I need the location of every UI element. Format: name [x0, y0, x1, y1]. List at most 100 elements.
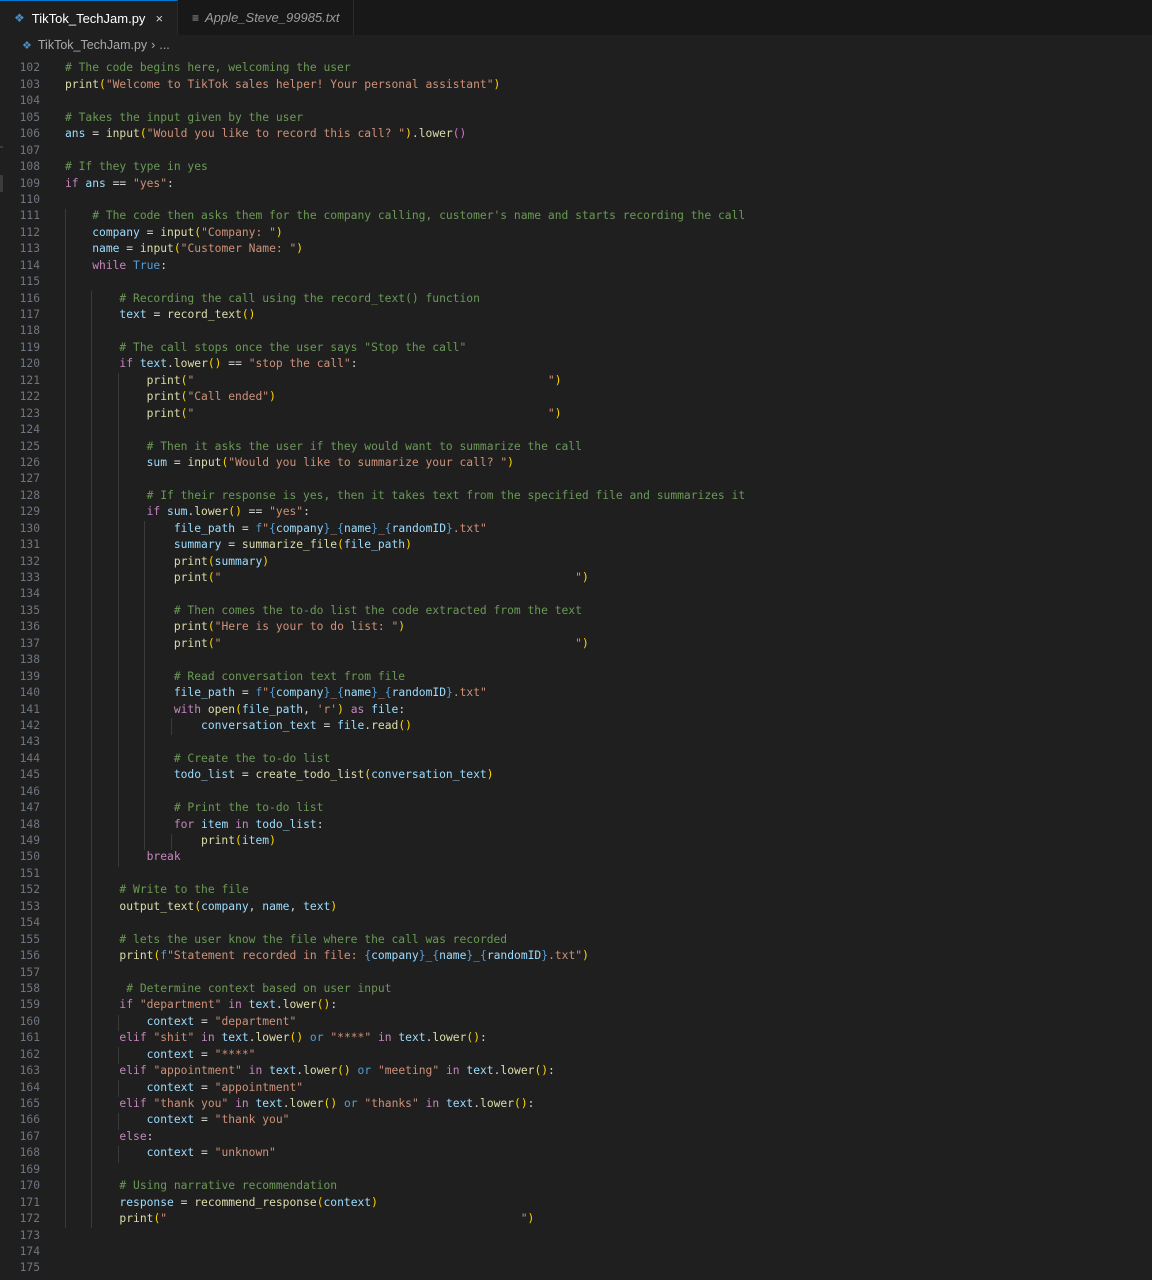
code-text: print(item) [65, 833, 276, 849]
code-text: response = recommend_response(context) [65, 1195, 378, 1211]
code-token: = [173, 1195, 195, 1209]
code-token: print [173, 636, 208, 650]
code-token: } [371, 686, 378, 700]
line-number: 121 [19, 373, 40, 387]
code-token: "meeting" [377, 1064, 440, 1078]
code-token: 'r' [316, 702, 338, 716]
code-token: ) [269, 390, 276, 404]
code-token: context [146, 1014, 195, 1028]
code-token: == [105, 176, 134, 190]
line-number: 147 [19, 801, 40, 815]
code-text: summary = summarize_file(file_path) [65, 537, 412, 553]
tab-apple-steve[interactable]: ≡ Apple_Steve_99985.txt [178, 0, 355, 35]
code-token: # The code then asks them for the compan… [92, 209, 746, 223]
code-token: "shit" [153, 1031, 195, 1045]
code-token: if [65, 176, 86, 190]
code-token: "appointment" [153, 1064, 242, 1078]
line-number: 148 [19, 817, 40, 831]
code-token: text [269, 1064, 297, 1078]
code-editor[interactable]: 101102# The code begins here, welcoming … [0, 55, 1152, 1280]
code-token: = [194, 1047, 215, 1061]
tab-tiktok-techjam[interactable]: ❖ TikTok_TechJam.py × [0, 0, 179, 35]
line-number: 106 [19, 127, 40, 141]
code-token: "department" [214, 1014, 297, 1028]
code-token: = [235, 686, 256, 700]
line-number: 104 [19, 94, 40, 108]
code-token: in [371, 1031, 399, 1045]
code-token: .txt" [548, 949, 583, 963]
code-token: : [480, 1031, 487, 1045]
code-token: } [446, 521, 453, 535]
code-token: # The code begins here, welcoming the us… [65, 61, 351, 75]
code-token: .txt" [452, 686, 487, 700]
code-text: ans = input("Would you like to record th… [65, 126, 466, 142]
code-token: print [65, 77, 100, 91]
code-token: company [201, 899, 249, 913]
code-token: item [241, 834, 270, 847]
code-token: # Determine context based on user input [126, 981, 392, 995]
line-number: 155 [19, 932, 40, 946]
code-token: file [337, 718, 365, 732]
line-number: 175 [19, 1261, 40, 1275]
code-token: input [187, 455, 222, 469]
code-token: context [146, 1113, 195, 1127]
line-number: 125 [19, 439, 40, 453]
code-token: : [167, 176, 174, 190]
code-token: _ [377, 521, 385, 535]
line-number: 143 [19, 735, 40, 749]
code-text: break [65, 849, 181, 865]
line-number: 138 [19, 653, 40, 667]
code-token: "appointment" [214, 1080, 304, 1094]
code-token: () [228, 505, 242, 519]
code-text: # Using narrative recommendation [65, 1178, 337, 1194]
line-number: 107 [19, 143, 40, 157]
code-token: if [119, 357, 140, 371]
line-number: 119 [19, 340, 40, 354]
close-icon[interactable]: × [155, 11, 163, 26]
code-token: context [323, 1195, 372, 1209]
code-token: ans [65, 127, 86, 141]
code-token: ) [330, 899, 338, 913]
code-token: print [173, 571, 208, 584]
breadcrumb-file[interactable]: TikTok_TechJam.py [38, 38, 147, 52]
code-token: text [255, 1097, 283, 1110]
line-number: 163 [19, 1064, 40, 1078]
breadcrumb-more[interactable]: ... [159, 38, 169, 52]
code-token: # Then comes the to-do list the code ext… [173, 603, 582, 617]
code-token: elif [119, 1031, 154, 1045]
code-token: # Write to the file [119, 883, 249, 897]
chevron-right-icon: › [151, 38, 156, 52]
code-token: summarize_file [241, 538, 338, 552]
line-number: 118 [19, 324, 40, 338]
code-token: ) [507, 455, 514, 469]
code-token: text [221, 1031, 249, 1045]
code-token: if [119, 998, 140, 1012]
code-token: "Would you like to summarize your call? … [228, 455, 508, 469]
code-text: if ans == "yes": [65, 176, 174, 192]
line-number: 111 [19, 209, 40, 223]
code-token: print [146, 390, 181, 404]
code-text: context = "thank you" [65, 1112, 290, 1128]
text-file-icon: ≡ [192, 10, 200, 25]
code-token: () [241, 308, 256, 321]
code-token: print [173, 554, 208, 568]
line-number: 145 [19, 768, 40, 782]
code-text: name = input("Customer Name: ") [65, 241, 303, 257]
code-token: "Would you like to record this call? " [146, 127, 406, 141]
code-text: if sum.lower() == "yes": [65, 504, 310, 520]
